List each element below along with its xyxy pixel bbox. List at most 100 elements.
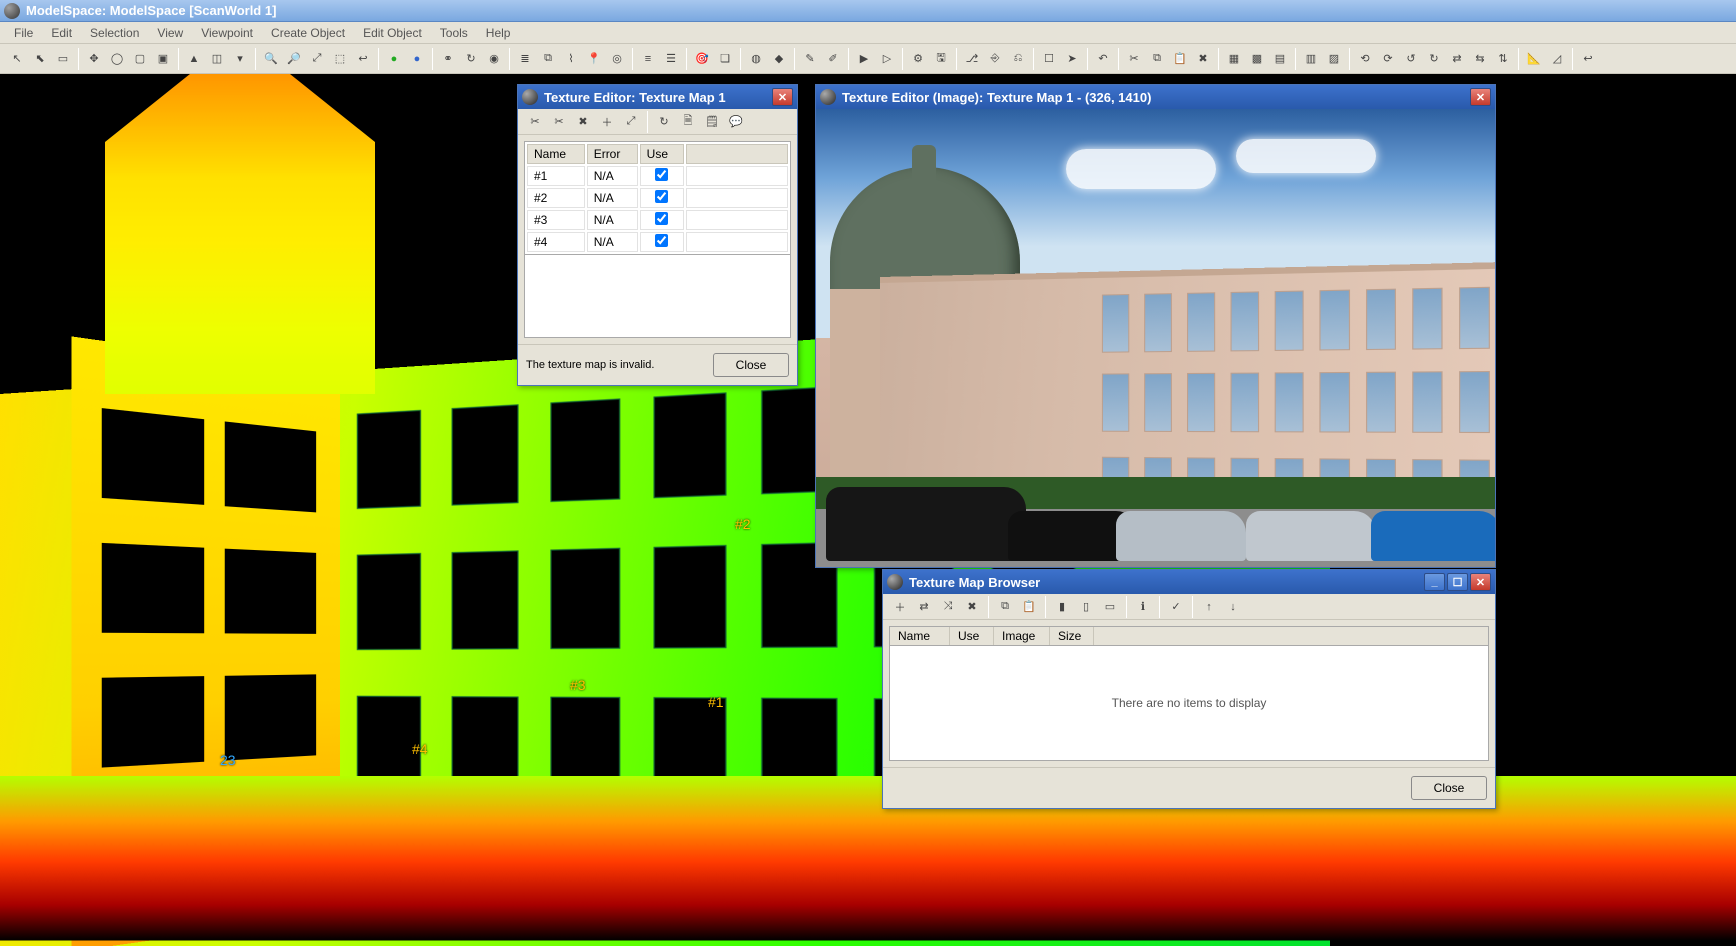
angle-icon[interactable]: ◿ (1546, 48, 1568, 70)
table-row[interactable]: #1N/A (527, 166, 788, 186)
tag2-icon[interactable]: ⎆ (984, 48, 1006, 70)
brush-green-icon[interactable]: ● (383, 48, 405, 70)
shuffle-icon[interactable]: ⤨ (937, 596, 959, 618)
zoom-in-icon[interactable]: 🔍 (260, 48, 282, 70)
balloon-icon[interactable]: 💬 (725, 111, 747, 133)
close-icon[interactable]: ✕ (772, 88, 793, 106)
tool-c-icon[interactable]: ↺ (1400, 48, 1422, 70)
plus-icon[interactable]: ＋ (889, 596, 911, 618)
globe-icon[interactable]: ◍ (745, 48, 767, 70)
copy-icon[interactable]: ⧉ (994, 596, 1016, 618)
cell-use[interactable] (640, 210, 684, 230)
brush-blue-icon[interactable]: ● (406, 48, 428, 70)
menu-viewpoint[interactable]: Viewpoint (193, 24, 261, 42)
filter-icon[interactable]: ⌇ (560, 48, 582, 70)
browser-titlebar[interactable]: Texture Map Browser _ ☐ ✕ (883, 570, 1495, 594)
refresh-icon[interactable]: ↻ (460, 48, 482, 70)
menu-selection[interactable]: Selection (82, 24, 147, 42)
note-icon[interactable]: 🗒 (701, 111, 723, 133)
grid1-icon[interactable]: ▦ (1223, 48, 1245, 70)
link-icon[interactable]: ⚭ (437, 48, 459, 70)
arrow-cursor-icon[interactable]: ⬉ (29, 48, 51, 70)
pin-icon[interactable]: 📍 (583, 48, 605, 70)
rect-select-icon[interactable]: ▭ (52, 48, 74, 70)
zoom-out-icon[interactable]: 🔎 (283, 48, 305, 70)
paste-icon[interactable]: 📋 (1169, 48, 1191, 70)
cut-icon[interactable]: ✂ (1123, 48, 1145, 70)
table-row[interactable]: #3N/A (527, 210, 788, 230)
move-icon[interactable]: ✥ (83, 48, 105, 70)
menu-edit[interactable]: Edit (43, 24, 80, 42)
col-error[interactable]: Error (587, 144, 638, 164)
x-icon[interactable]: ✖ (961, 596, 983, 618)
col-name[interactable]: Name (890, 627, 950, 645)
copy2-icon[interactable]: ⧉ (1146, 48, 1168, 70)
tool-a-icon[interactable]: ⟲ (1354, 48, 1376, 70)
copy-icon[interactable]: ⧉ (537, 48, 559, 70)
picker2-icon[interactable]: ✐ (822, 48, 844, 70)
tag3-icon[interactable]: ⎌ (1007, 48, 1029, 70)
texture-editor-window[interactable]: Texture Editor: Texture Map 1 ✕ ✂✂✖＋⤢↻🗎🗒… (517, 84, 798, 386)
plus-icon[interactable]: ＋ (596, 111, 618, 133)
use-checkbox[interactable] (655, 168, 668, 181)
x-icon[interactable]: ✖ (572, 111, 594, 133)
item-icon[interactable]: ☐ (1038, 48, 1060, 70)
minimize-icon[interactable]: _ (1424, 573, 1445, 591)
tag1-icon[interactable]: ⎇ (961, 48, 983, 70)
texture-image-titlebar[interactable]: Texture Editor (Image): Texture Map 1 - … (816, 85, 1495, 109)
measure-icon[interactable]: 📐 (1523, 48, 1545, 70)
zoom-prev-icon[interactable]: ↩ (352, 48, 374, 70)
col-name[interactable]: Name (527, 144, 585, 164)
paintcan-icon[interactable]: ▲ (183, 48, 205, 70)
droplet-icon[interactable]: ◆ (768, 48, 790, 70)
arrow-icon[interactable]: ➤ (1061, 48, 1083, 70)
rect-icon[interactable]: ▢ (129, 48, 151, 70)
lasso-icon[interactable]: ◯ (106, 48, 128, 70)
play-icon[interactable]: ▷ (876, 48, 898, 70)
scissors-icon[interactable]: ✂ (524, 111, 546, 133)
cube-icon[interactable]: ◫ (206, 48, 228, 70)
swap-icon[interactable]: ⇄ (913, 596, 935, 618)
doc-icon[interactable]: 🗎 (677, 111, 699, 133)
use-checkbox[interactable] (655, 234, 668, 247)
delete-icon[interactable]: ✖ (1192, 48, 1214, 70)
refresh-icon[interactable]: ↻ (653, 111, 675, 133)
menu-edit-object[interactable]: Edit Object (355, 24, 430, 42)
use-checkbox[interactable] (655, 212, 668, 225)
tool-g-icon[interactable]: ⇅ (1492, 48, 1514, 70)
info-icon[interactable]: ℹ (1132, 596, 1154, 618)
texture-editor-titlebar[interactable]: Texture Editor: Texture Map 1 ✕ (518, 85, 797, 109)
tool-f-icon[interactable]: ⇆ (1469, 48, 1491, 70)
stack2-icon[interactable]: ▯ (1075, 596, 1097, 618)
stack3-icon[interactable]: ▭ (1099, 596, 1121, 618)
picker-icon[interactable]: ✎ (799, 48, 821, 70)
db-icon[interactable]: 🖫 (930, 48, 952, 70)
gear-icon[interactable]: ⚙ (907, 48, 929, 70)
cell-use[interactable] (640, 166, 684, 186)
menu-tools[interactable]: Tools (432, 24, 476, 42)
col-image[interactable]: Image (994, 627, 1050, 645)
tool-b-icon[interactable]: ⟳ (1377, 48, 1399, 70)
cell-use[interactable] (640, 188, 684, 208)
zoom-extents-icon[interactable]: ⤢ (306, 48, 328, 70)
lines-icon[interactable]: ≡ (637, 48, 659, 70)
open-icon[interactable]: ⤢ (620, 111, 642, 133)
tool-d-icon[interactable]: ↻ (1423, 48, 1445, 70)
maximize-icon[interactable]: ☐ (1447, 573, 1468, 591)
texture-image-view[interactable] (816, 109, 1495, 567)
col-use[interactable]: Use (640, 144, 684, 164)
col-use[interactable]: Use (950, 627, 994, 645)
down-icon[interactable]: ↓ (1222, 596, 1244, 618)
menu-file[interactable]: File (6, 24, 41, 42)
color-picker-icon[interactable]: 🎯 (691, 48, 713, 70)
align-icon[interactable]: ☰ (660, 48, 682, 70)
texture-editor-table[interactable]: Name Error Use #1N/A#2N/A#3N/A#4N/A (524, 141, 791, 255)
panel2-icon[interactable]: ▨ (1323, 48, 1345, 70)
paste-icon[interactable]: 📋 (1018, 596, 1040, 618)
grid2-icon[interactable]: ▩ (1246, 48, 1268, 70)
close-icon[interactable]: ✕ (1470, 88, 1491, 106)
dropdown-icon[interactable]: ▾ (229, 48, 251, 70)
close-button[interactable]: Close (1411, 776, 1487, 800)
table-row[interactable]: #4N/A (527, 232, 788, 252)
cut-icon[interactable]: ✂ (548, 111, 570, 133)
